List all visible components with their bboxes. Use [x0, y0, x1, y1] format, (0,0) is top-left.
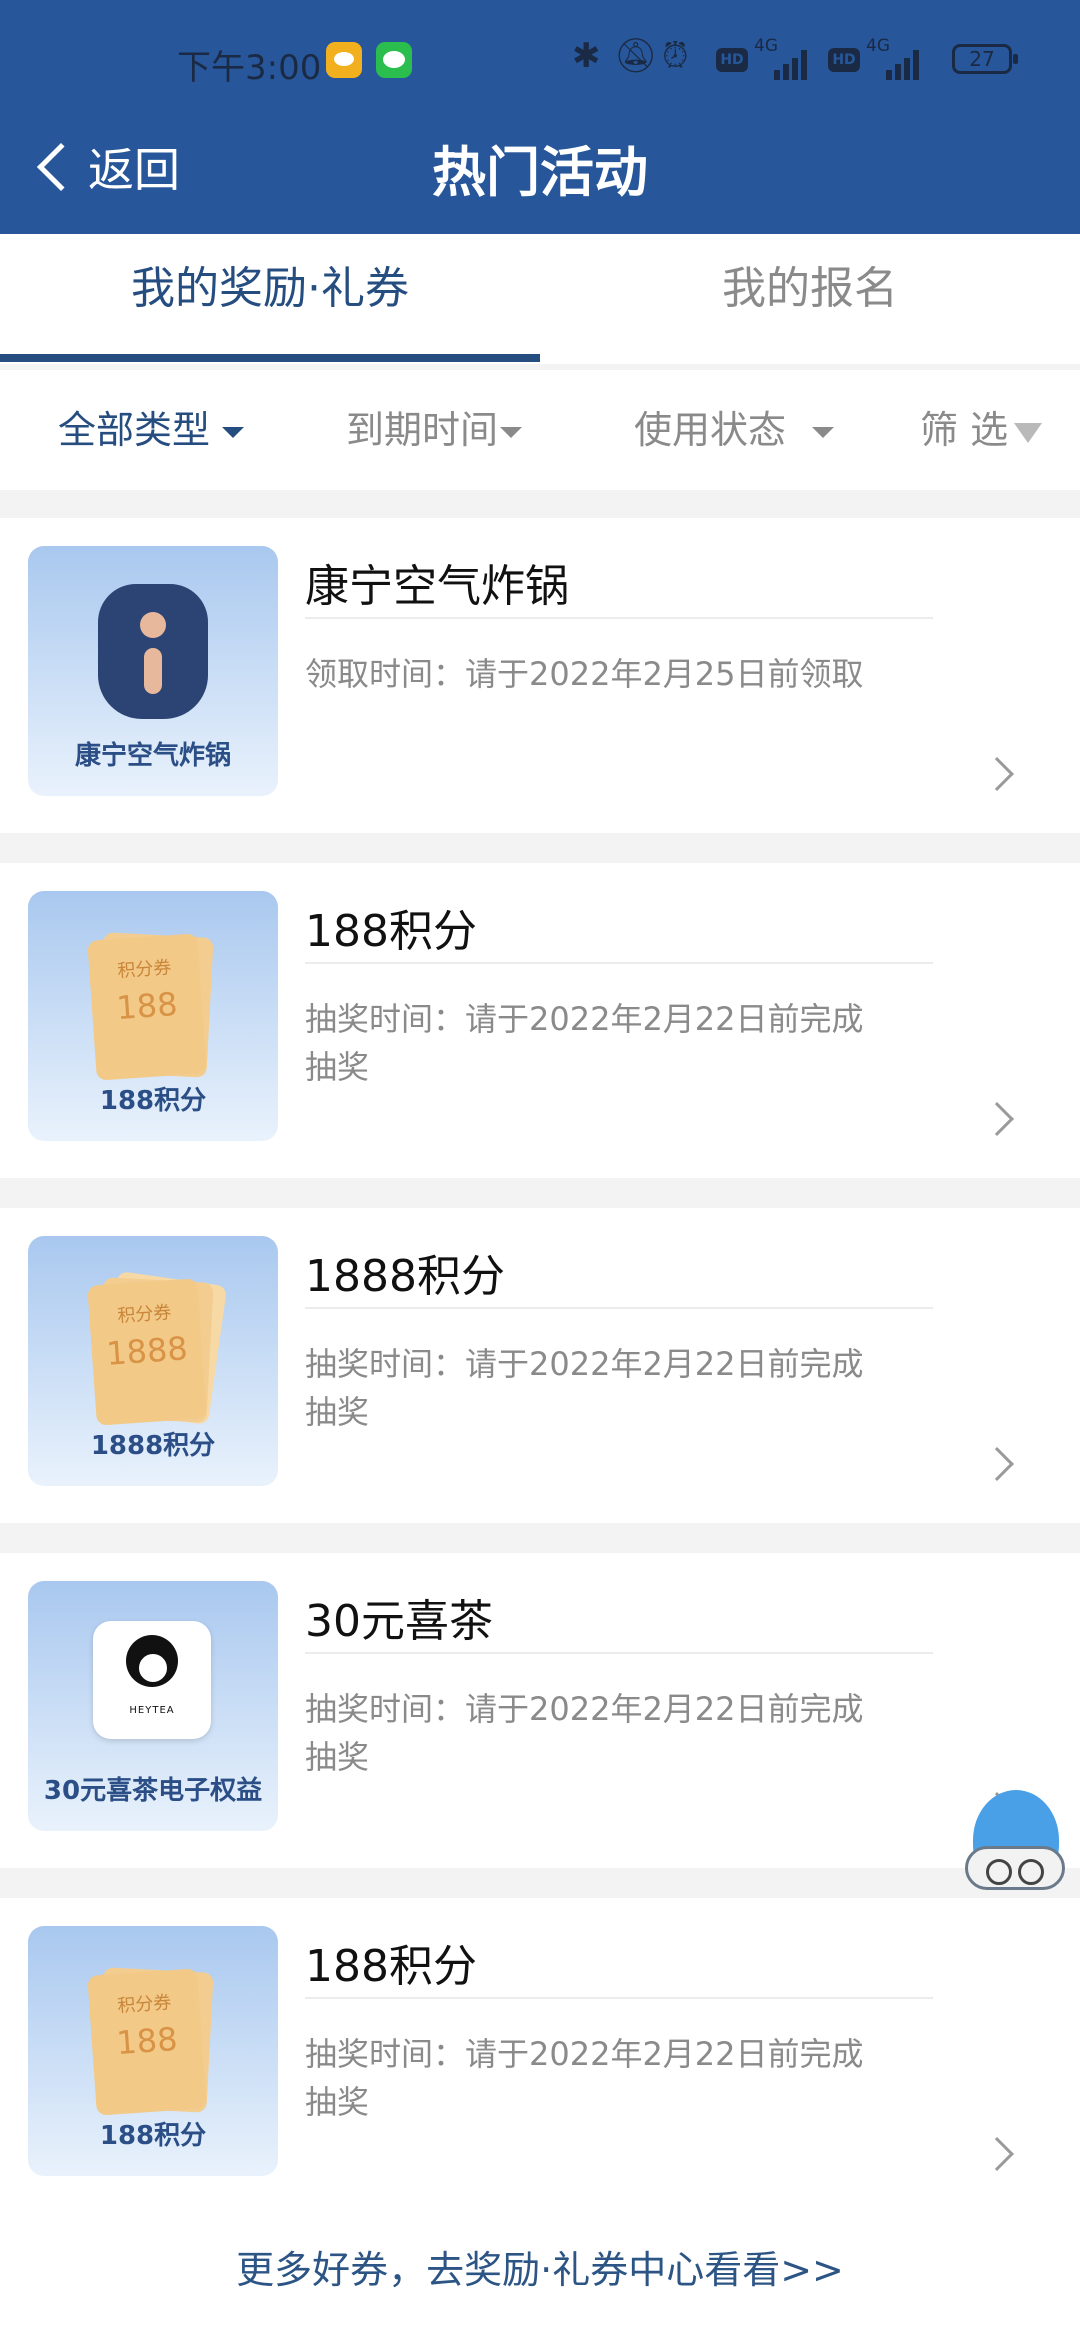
chevron-right-icon: [980, 1447, 1014, 1481]
divider: [305, 1997, 933, 1999]
assistant-mascot-button[interactable]: [955, 1790, 1075, 1910]
reward-card[interactable]: 积分券 1888 1888积分 1888积分 抽奖时间：请于2022年2月22日…: [0, 1208, 1080, 1523]
coupon-value: 188: [115, 984, 179, 1028]
funnel-icon: [1014, 422, 1043, 443]
reward-thumbnail: 积分券 188 188积分: [28, 1926, 278, 2176]
filter-label: 全部类型: [58, 408, 211, 452]
reward-thumbnail: 积分券 188 188积分: [28, 891, 278, 1141]
divider: [305, 962, 933, 964]
coupon-value: 1888: [104, 1329, 189, 1373]
divider: [305, 1652, 933, 1654]
reward-title: 188积分: [305, 1941, 477, 1992]
heytea-logo: HEYTEA: [93, 1621, 211, 1739]
logo-text: HEYTEA: [129, 1705, 175, 1716]
reward-title: 188积分: [305, 906, 477, 957]
points-coupon-image: 积分券 1888: [87, 1278, 207, 1426]
filter-bar: 全部类型 到期时间 使用状态 筛 选: [0, 370, 1080, 490]
reward-thumbnail: HEYTEA 30元喜茶电子权益: [28, 1581, 278, 1831]
alarm-icon: ⏰︎: [662, 36, 689, 76]
chevron-right-icon: [980, 757, 1014, 791]
status-time: 下午3:00: [177, 48, 322, 88]
dropdown-arrow-icon: [812, 427, 835, 438]
coupon-label: 积分券: [116, 957, 173, 982]
logo-face: [136, 1651, 170, 1685]
points-coupon-image: 积分券 188: [87, 1968, 207, 2116]
chevron-right-icon: [980, 1102, 1014, 1136]
filter-usage-status[interactable]: 使用状态: [634, 370, 835, 490]
filter-label: 使用状态: [634, 408, 787, 452]
tab-bar: 我的奖励·礼券 我的报名: [0, 234, 1080, 364]
status-bar: 下午3:00 ✱ 🔕︎ ⏰︎ HD 4G HD 4G 27: [0, 36, 1080, 88]
filter-label: 筛 选: [920, 408, 1009, 452]
reward-thumbnail: 康宁空气炸锅: [28, 546, 278, 796]
divider: [305, 1307, 933, 1309]
page-title: 热门活动: [432, 141, 648, 204]
mute-icon: 🔕︎: [614, 36, 658, 76]
reward-deadline: 抽奖时间：请于2022年2月22日前完成抽奖: [305, 2035, 864, 2121]
filter-expiry-time[interactable]: 到期时间: [346, 370, 523, 490]
battery-icon: 27: [952, 44, 1018, 74]
signal-icon: 4G: [754, 36, 814, 80]
dropdown-arrow-icon: [500, 427, 523, 438]
coupon-value: 188: [115, 2019, 179, 2063]
air-fryer-image: [98, 584, 208, 719]
reward-deadline: 抽奖时间：请于2022年2月22日前完成抽奖: [305, 1345, 864, 1431]
network-type-label: 4G: [866, 36, 890, 56]
filter-all-types[interactable]: 全部类型: [58, 370, 245, 490]
app-header: 下午3:00 ✱ 🔕︎ ⏰︎ HD 4G HD 4G 27 返回 热门活动: [0, 0, 1080, 234]
filter-screen-button[interactable]: 筛 选: [920, 370, 1043, 490]
network-type-label: 4G: [754, 36, 778, 56]
chevron-right-icon: [980, 2137, 1014, 2171]
reward-card[interactable]: 康宁空气炸锅 康宁空气炸锅 领取时间：请于2022年2月25日前领取: [0, 518, 1080, 833]
reward-title: 1888积分: [305, 1251, 505, 1302]
thumbnail-caption: 1888积分: [90, 1431, 216, 1461]
wechat-icon: [376, 42, 412, 78]
mascot-face-icon: [965, 1846, 1065, 1890]
bluetooth-icon: ✱: [572, 36, 601, 76]
thumbnail-caption: 康宁空气炸锅: [74, 741, 231, 771]
thumbnail-caption: 188积分: [99, 1086, 207, 1116]
points-coupon-image: 积分券 188: [87, 933, 207, 1081]
tab-my-registrations[interactable]: 我的报名: [540, 234, 1080, 364]
reward-title: 康宁空气炸锅: [305, 561, 569, 612]
signal-icon: 4G: [866, 36, 926, 80]
coupon-label: 积分券: [116, 1302, 173, 1327]
thumbnail-caption: 188积分: [99, 2121, 207, 2151]
reward-deadline: 抽奖时间：请于2022年2月22日前完成抽奖: [305, 1000, 864, 1086]
reward-deadline: 抽奖时间：请于2022年2月22日前完成抽奖: [305, 1690, 864, 1776]
dropdown-arrow-icon: [222, 427, 245, 438]
filter-label: 到期时间: [346, 408, 499, 452]
reward-card[interactable]: HEYTEA 30元喜茶电子权益 30元喜茶 抽奖时间：请于2022年2月22日…: [0, 1553, 1080, 1868]
hd-badge: HD: [716, 48, 748, 72]
reward-title: 30元喜茶: [305, 1596, 493, 1647]
reward-thumbnail: 积分券 1888 1888积分: [28, 1236, 278, 1486]
active-tab-indicator: [0, 354, 540, 362]
thumbnail-caption: 30元喜茶电子权益: [43, 1776, 263, 1806]
coupon-center-link[interactable]: 更多好券，去奖励·礼券中心看看>>: [0, 2200, 1080, 2340]
tab-rewards-coupons[interactable]: 我的奖励·礼券: [0, 234, 540, 364]
reward-deadline: 领取时间：请于2022年2月25日前领取: [305, 655, 864, 693]
coupon-label: 积分券: [116, 1992, 173, 2017]
reward-card[interactable]: 积分券 188 188积分 188积分 抽奖时间：请于2022年2月22日前完成…: [0, 863, 1080, 1178]
divider: [305, 617, 933, 619]
reward-card[interactable]: 积分券 188 188积分 188积分 抽奖时间：请于2022年2月22日前完成…: [0, 1898, 1080, 2213]
app-notification-icon: [326, 42, 362, 78]
hd-badge: HD: [828, 48, 860, 72]
